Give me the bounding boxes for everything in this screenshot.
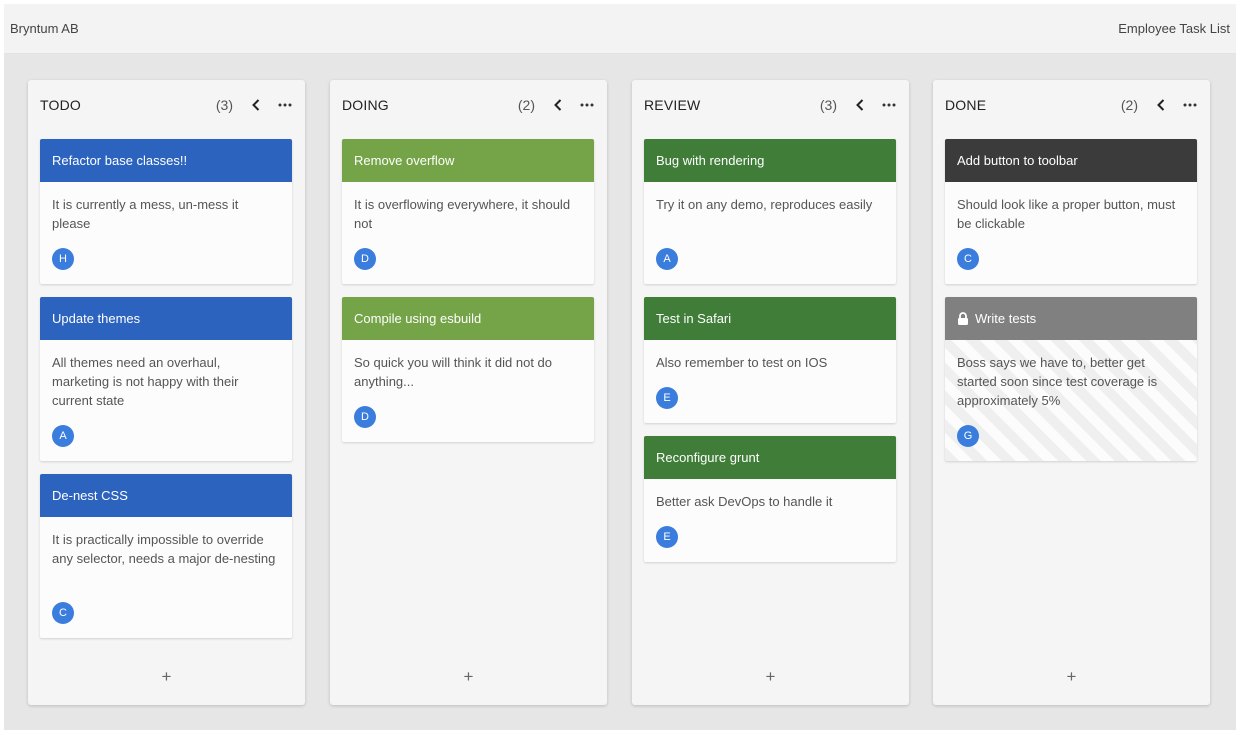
avatar[interactable]: H xyxy=(52,248,74,270)
avatar[interactable]: A xyxy=(52,425,74,447)
card-description: Better ask DevOps to handle it xyxy=(656,494,833,509)
company-name: Bryntum AB xyxy=(10,21,79,36)
column-count: (3) xyxy=(819,97,837,113)
card-header: Compile using esbuild xyxy=(342,297,594,340)
card-header: Remove overflow xyxy=(342,139,594,182)
card-description: So quick you will think it did not do an… xyxy=(354,355,552,389)
more-dots-icon xyxy=(278,103,292,107)
avatar[interactable]: A xyxy=(656,248,678,270)
card-description: Boss says we have to, better get started… xyxy=(957,355,1158,408)
task-card[interactable]: De-nest CSS It is practically impossible… xyxy=(40,474,292,638)
column-menu-button[interactable] xyxy=(881,98,897,112)
task-card[interactable]: Add button to toolbar Should look like a… xyxy=(945,139,1197,284)
card-header: Bug with rendering xyxy=(644,139,896,182)
app-root: Bryntum AB Employee Task List TODO (3) R… xyxy=(4,4,1236,730)
top-bar: Bryntum AB Employee Task List xyxy=(4,4,1236,54)
column-menu-button[interactable] xyxy=(579,98,595,112)
column-menu-button[interactable] xyxy=(277,98,293,112)
avatar[interactable]: E xyxy=(656,387,678,409)
chevron-left-icon xyxy=(856,99,864,111)
card-description: All themes need an overhaul, marketing i… xyxy=(52,355,239,408)
task-card[interactable]: Bug with rendering Try it on any demo, r… xyxy=(644,139,896,284)
task-card[interactable]: Refactor base classes!! It is currently … xyxy=(40,139,292,284)
column-count: (2) xyxy=(1120,97,1138,113)
avatar[interactable]: E xyxy=(656,526,678,548)
column-header: TODO (3) xyxy=(28,80,305,130)
card-title: Reconfigure grunt xyxy=(656,450,760,465)
avatar[interactable]: C xyxy=(957,248,979,270)
collapse-column-button[interactable] xyxy=(249,98,263,112)
chevron-left-icon xyxy=(554,99,562,111)
card-header: De-nest CSS xyxy=(40,474,292,517)
add-card-button[interactable]: + xyxy=(933,665,1210,689)
card-title: Bug with rendering xyxy=(656,153,765,168)
more-dots-icon xyxy=(882,103,896,107)
task-card[interactable]: Reconfigure grunt Better ask DevOps to h… xyxy=(644,436,896,562)
lock-icon xyxy=(957,312,969,325)
column-header: REVIEW (3) xyxy=(632,80,909,130)
card-title: Update themes xyxy=(52,311,141,326)
card-title: Add button to toolbar xyxy=(957,153,1078,168)
card-description: Try it on any demo, reproduces easily xyxy=(656,197,873,212)
card-header: Write tests xyxy=(945,297,1197,340)
column-title: DOING xyxy=(342,97,389,113)
card-description: Also remember to test on IOS xyxy=(656,355,828,370)
task-card-locked[interactable]: Write tests Boss says we have to, better… xyxy=(945,297,1197,461)
column-header: DONE (2) xyxy=(933,80,1210,130)
card-title: Remove overflow xyxy=(354,153,455,168)
collapse-column-button[interactable] xyxy=(1154,98,1168,112)
column-count: (2) xyxy=(517,97,535,113)
card-title: Test in Safari xyxy=(656,311,732,326)
add-card-button[interactable]: + xyxy=(632,665,909,689)
card-header: Add button to toolbar xyxy=(945,139,1197,182)
card-header: Update themes xyxy=(40,297,292,340)
card-header: Test in Safari xyxy=(644,297,896,340)
column-review: REVIEW (3) Bug with rendering Try it on … xyxy=(632,80,909,705)
column-menu-button[interactable] xyxy=(1182,98,1198,112)
chevron-left-icon xyxy=(1157,99,1165,111)
add-card-button[interactable]: + xyxy=(28,665,305,689)
card-title: Compile using esbuild xyxy=(354,311,482,326)
avatar[interactable]: D xyxy=(354,406,376,428)
more-dots-icon xyxy=(1183,103,1197,107)
column-title: DONE xyxy=(945,97,987,113)
card-description: It is overflowing everywhere, it should … xyxy=(354,197,571,231)
more-dots-icon xyxy=(580,103,594,107)
collapse-column-button[interactable] xyxy=(853,98,867,112)
task-card[interactable]: Compile using esbuild So quick you will … xyxy=(342,297,594,442)
avatar[interactable]: G xyxy=(957,425,979,447)
task-card[interactable]: Update themes All themes need an overhau… xyxy=(40,297,292,461)
add-card-button[interactable]: + xyxy=(330,665,607,689)
column-done: DONE (2) Add button to toolbar Should lo… xyxy=(933,80,1210,705)
column-header: DOING (2) xyxy=(330,80,607,130)
avatar[interactable]: C xyxy=(52,602,74,624)
column-title: REVIEW xyxy=(644,97,701,113)
task-card[interactable]: Test in Safari Also remember to test on … xyxy=(644,297,896,423)
column-doing: DOING (2) Remove overflow It is overflow… xyxy=(330,80,607,705)
column-count: (3) xyxy=(215,97,233,113)
collapse-column-button[interactable] xyxy=(551,98,565,112)
page-title: Employee Task List xyxy=(1118,21,1230,36)
column-title: TODO xyxy=(40,97,81,113)
chevron-left-icon xyxy=(252,99,260,111)
card-title: Write tests xyxy=(975,311,1037,326)
card-title: De-nest CSS xyxy=(52,488,128,503)
card-header: Reconfigure grunt xyxy=(644,436,896,479)
card-description: It is practically impossible to override… xyxy=(52,532,276,566)
task-card[interactable]: Remove overflow It is overflowing everyw… xyxy=(342,139,594,284)
card-description: Should look like a proper button, must b… xyxy=(957,197,1176,231)
avatar[interactable]: D xyxy=(354,248,376,270)
card-title: Refactor base classes!! xyxy=(52,153,188,168)
card-header: Refactor base classes!! xyxy=(40,139,292,182)
column-todo: TODO (3) Refactor base classes!! It is c… xyxy=(28,80,305,705)
card-description: It is currently a mess, un-mess it pleas… xyxy=(52,197,239,231)
